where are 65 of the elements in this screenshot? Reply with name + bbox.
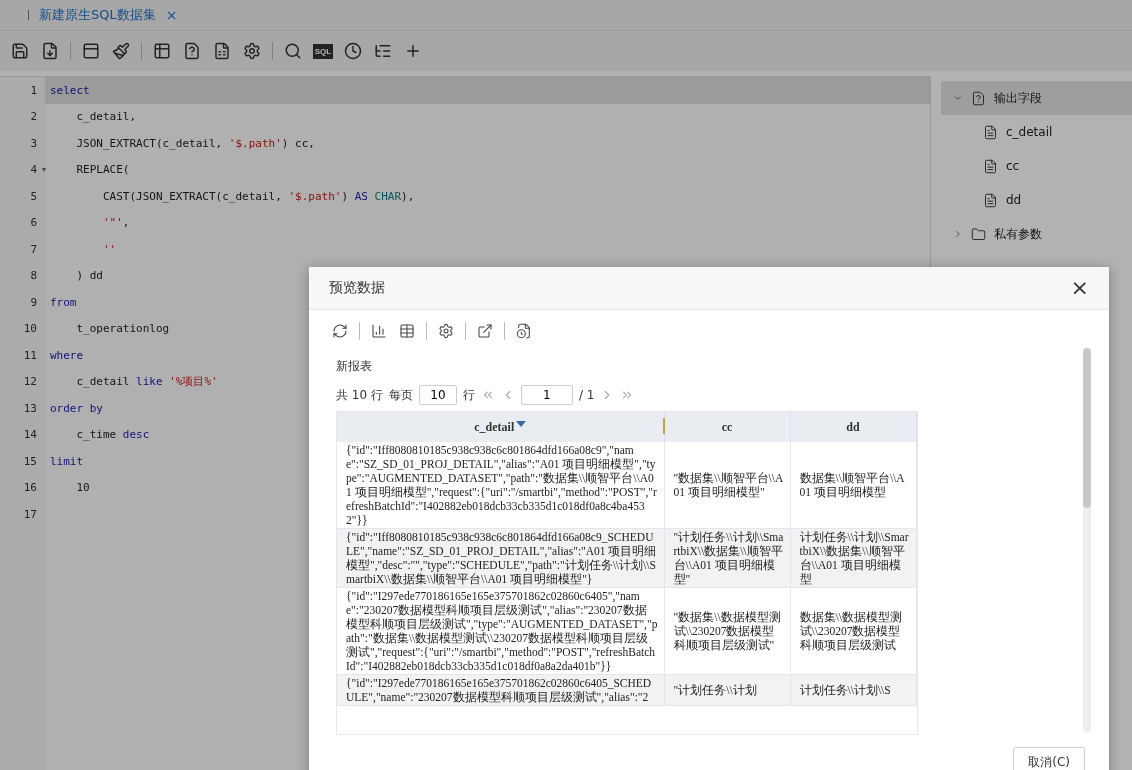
folder-icon <box>971 226 986 242</box>
sql-icon[interactable]: SQL <box>312 43 334 59</box>
close-button[interactable]: × <box>1070 277 1089 300</box>
line-number: 10 <box>23 322 37 336</box>
table-icon[interactable] <box>152 41 172 61</box>
table-cell: "计划任务\\计划\\SmartbiX\\数据集\\顺智平台\\A01 项目明细模型" <box>664 529 790 588</box>
document-icon <box>983 158 998 174</box>
save-icon[interactable] <box>10 41 30 61</box>
table-cell: "数据集\\顺智平台\\A01 项目明细模型" <box>664 442 790 529</box>
table-cell: {"id":"I297ede770186165e165e375701862c02860c6405_SCHEDULE","name":"230207数据模型科顺项目层级测试","alias":"2 <box>337 675 664 706</box>
line-number: 9 <box>30 295 37 309</box>
line-number: 14 <box>23 428 37 442</box>
help-file-icon[interactable] <box>182 41 202 61</box>
page-field[interactable]: 1 <box>520 385 573 406</box>
column-header[interactable]: dd <box>790 412 916 443</box>
line-number: 5 <box>30 189 37 203</box>
line-number: 15 <box>23 454 37 468</box>
table-cell: "数据集\\数据模型测试\\230207数据模型科顺项目层级测试" <box>664 588 790 675</box>
table-cell: 计划任务\\计划\\S <box>790 675 916 706</box>
layout-icon[interactable] <box>81 41 101 61</box>
line-number: 2 <box>30 110 37 124</box>
table-cell: 数据集\\数据模型测试\\230207数据模型科顺项目层级测试 <box>790 588 916 675</box>
save-as-icon[interactable] <box>40 41 60 61</box>
page-size-field[interactable]: 10 <box>418 385 457 406</box>
scrollbar[interactable] <box>1083 348 1091 733</box>
clock-icon[interactable] <box>343 41 363 61</box>
document-icon <box>983 124 998 140</box>
chevron-right-icon[interactable] <box>953 229 963 239</box>
table-cell: {"id":"Iff8080810185c938c938c6c801864dfd166a08c9","name":"SZ_SD_01_PROJ_DETAIL","alias":"A01 项目明细模型","type":"AUGMENTED_DATASET","path":"数据集\\顺智平台\\A01 项目明细模型","request":{"uri":"/smartbi","method":"POST","refreshBatchId":"I402882eb018dcb33cb335d1c018df0a8c4ba4532"}} <box>337 442 664 529</box>
spreadsheet-icon[interactable] <box>212 41 232 61</box>
line-number: 1 <box>30 83 37 97</box>
settings-icon[interactable] <box>242 41 262 61</box>
line-number: 17 <box>23 507 37 521</box>
column-header[interactable]: c_detail <box>337 412 664 443</box>
line-number: 6 <box>30 216 37 230</box>
table-cell: {"id":"Iff8080810185c938c938c6c801864dfd166a08c9_SCHEDULE","name":"SZ_SD_01_PROJ_DETAIL","alias":"A01 项目明细模型","desc":"","type":"SCHEDULE","path":"计划任务\\计划\\SmartbiX\\数据集\\顺智平台\\A01 项目明细模型"} <box>337 529 664 588</box>
document-icon <box>983 192 998 208</box>
refresh-icon[interactable] <box>331 322 349 341</box>
fold-caret-icon[interactable]: ▾ <box>42 165 46 175</box>
tree-item[interactable]: 输出字段 <box>941 81 1132 115</box>
line-number: 4 <box>30 163 37 177</box>
line-number: 3 <box>30 136 37 150</box>
cancel-button[interactable]: 取消(C) <box>1013 747 1085 770</box>
close-icon[interactable]: × <box>165 7 178 23</box>
line-number: 12 <box>23 375 37 389</box>
column-header[interactable]: cc <box>664 412 790 443</box>
table-cell: 数据集\\顺智平台\\A01 项目明细模型 <box>790 442 916 529</box>
line-number: 8 <box>30 269 37 283</box>
settings-icon[interactable] <box>437 322 455 341</box>
line-number: 13 <box>23 401 37 415</box>
line-number: 7 <box>30 242 37 256</box>
line-number: 11 <box>23 348 37 362</box>
table-cell: {"id":"I297ede770186165e165e375701862c02860c6405","name":"230207数据模型科顺项目层级测试","alias":"230207数据模型科顺项目层级测试","type":"AUGMENTED_DATASET","path":"数据集\\数据模型测试\\230207数据模型科顺项目层级测试","request":{"uri":"/smartbi","method":"POST","refreshBatchId":"I402882eb018dcb33cb335d1c018df0a8a2da401b"}} <box>337 588 664 675</box>
bar-chart-icon[interactable] <box>370 322 388 341</box>
search-icon[interactable] <box>283 41 303 61</box>
chart-clock-icon[interactable] <box>515 322 533 341</box>
line-number: 16 <box>23 481 37 495</box>
external-link-icon[interactable] <box>476 322 494 341</box>
sort-caret-icon[interactable] <box>516 420 527 428</box>
brush-icon[interactable] <box>111 41 131 61</box>
table-icon[interactable] <box>398 322 416 341</box>
question-file-icon <box>971 90 986 106</box>
table-cell: 计划任务\\计划\\SmartbiX\\数据集\\顺智平台\\A01 项目明细模型 <box>790 529 916 588</box>
tab[interactable]: 新建原生SQL数据集 × <box>39 6 178 24</box>
table-cell: "计划任务\\计划 <box>664 675 790 706</box>
